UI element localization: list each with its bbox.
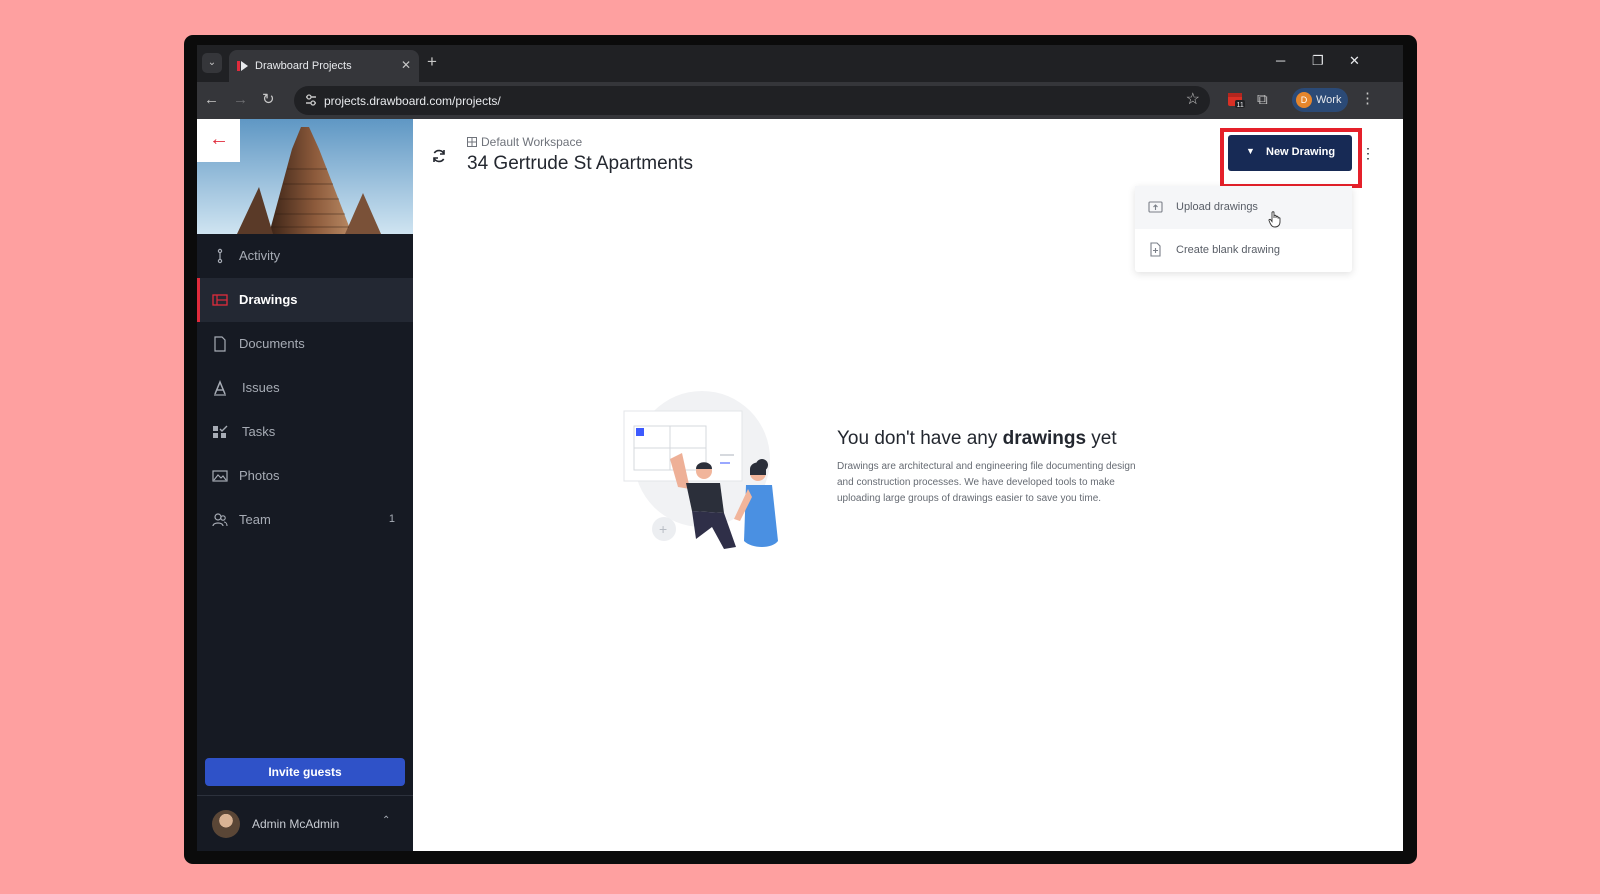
menu-item-label: Create blank drawing (1176, 244, 1280, 256)
avatar[interactable] (212, 810, 240, 838)
activity-icon (217, 248, 223, 264)
sidebar-item-label: Activity (239, 248, 281, 263)
reload-icon[interactable]: ↻ (262, 91, 275, 109)
chevron-up-icon[interactable]: ⌃ (382, 815, 390, 826)
project-cover-image: ← (197, 119, 413, 234)
issues-icon (214, 380, 226, 396)
profile-label: Work (1316, 94, 1342, 106)
tab-close-icon[interactable]: ✕ (401, 58, 411, 72)
empty-state-illustration: + (623, 391, 778, 549)
bookmark-star-icon[interactable]: ☆ (1186, 91, 1200, 109)
back-arrow-icon: ← (209, 128, 229, 150)
invite-guests-button[interactable]: Invite guests (205, 758, 405, 786)
drawboard-favicon-icon (237, 61, 248, 71)
blank-file-icon (1150, 242, 1161, 257)
team-count-badge: 1 (388, 513, 395, 525)
minimize-icon[interactable]: ─ (1276, 53, 1285, 69)
upload-drawings-menu-item[interactable]: Upload drawings (1135, 186, 1352, 229)
browser-window: ⌄ Drawboard Projects ✕ + ─ ❐ ✕ ← → ↻ pro… (197, 45, 1403, 851)
sidebar-item-tasks[interactable]: Tasks (197, 410, 413, 454)
browser-toolbar: ← → ↻ projects.drawboard.com/projects/ ☆… (197, 82, 1403, 119)
workspace-name: Default Workspace (481, 135, 583, 149)
extensions-puzzle-icon[interactable]: ⧉ (1257, 91, 1268, 109)
address-bar[interactable]: projects.drawboard.com/projects/ ☆ (294, 86, 1210, 115)
tab-strip: ⌄ Drawboard Projects ✕ + ─ ❐ ✕ (197, 45, 1403, 82)
browser-menu-icon[interactable]: ⋮ (1360, 90, 1375, 108)
drawings-icon (212, 294, 228, 306)
sidebar-item-label: Photos (239, 468, 280, 483)
sidebar-item-issues[interactable]: Issues (197, 366, 413, 410)
sidebar-item-activity[interactable]: Activity (197, 234, 413, 278)
tasks-icon (213, 425, 228, 438)
back-button[interactable]: ← (197, 119, 240, 162)
profile-avatar: D (1296, 92, 1312, 108)
site-settings-icon[interactable] (304, 93, 318, 107)
new-drawing-button[interactable]: ▼ New Drawing (1228, 135, 1352, 171)
sidebar-item-label: Tasks (242, 424, 276, 439)
close-window-icon[interactable]: ✕ (1349, 53, 1360, 69)
tab-drawboard-projects[interactable]: Drawboard Projects ✕ (229, 50, 419, 82)
document-icon (214, 336, 226, 352)
new-drawing-label: New Drawing (1266, 146, 1336, 158)
refresh-icon[interactable] (431, 148, 447, 164)
sidebar-item-label: Documents (239, 336, 305, 351)
sidebar-item-photos[interactable]: Photos (197, 454, 413, 498)
new-tab-button[interactable]: + (427, 53, 437, 71)
url-text[interactable]: projects.drawboard.com/projects/ (324, 94, 501, 108)
page-title: 34 Gertrude St Apartments (467, 153, 694, 174)
forward-arrow-icon[interactable]: → (233, 91, 248, 109)
profile-button[interactable]: D Work (1292, 88, 1348, 112)
menu-item-label: Upload drawings (1176, 201, 1258, 213)
empty-state-title: You don't have any drawings yet (837, 428, 1117, 449)
sidebar: ← Activity Drawings Documents Issues Tas… (197, 119, 413, 851)
photos-icon (212, 470, 228, 482)
extension-badge: 11 (1237, 102, 1244, 109)
app-page: ← Activity Drawings Documents Issues Tas… (197, 119, 1403, 851)
upload-icon (1148, 201, 1163, 213)
create-blank-drawing-menu-item[interactable]: Create blank drawing (1135, 229, 1352, 272)
workspace-breadcrumb[interactable]: Default Workspace (467, 135, 582, 149)
sidebar-item-drawings[interactable]: Drawings (197, 278, 413, 322)
sidebar-item-team[interactable]: Team 1 (197, 498, 413, 542)
sidebar-item-label: Team (239, 512, 271, 527)
team-icon (212, 513, 228, 527)
restore-icon[interactable]: ❐ (1312, 53, 1324, 69)
chevron-down-icon: ▼ (1246, 146, 1255, 156)
tab-search-button[interactable]: ⌄ (202, 53, 222, 73)
sidebar-item-label: Drawings (239, 292, 298, 307)
user-name[interactable]: Admin McAdmin (252, 817, 339, 831)
svg-text:+: + (659, 521, 667, 537)
new-drawing-dropdown: Upload drawings Create blank drawing (1135, 186, 1352, 272)
sidebar-item-documents[interactable]: Documents (197, 322, 413, 366)
tab-title: Drawboard Projects (255, 60, 352, 72)
calendar-extension-icon[interactable]: 11 (1227, 91, 1245, 109)
hand-cursor-icon (1268, 211, 1281, 228)
sidebar-divider (197, 795, 413, 796)
empty-state-description: Drawings are architectural and engineeri… (837, 461, 1136, 504)
back-arrow-icon[interactable]: ← (204, 91, 219, 109)
workspace-grid-icon (467, 137, 477, 147)
sidebar-item-label: Issues (242, 380, 280, 395)
more-options-icon[interactable]: ⋮ (1361, 145, 1375, 161)
